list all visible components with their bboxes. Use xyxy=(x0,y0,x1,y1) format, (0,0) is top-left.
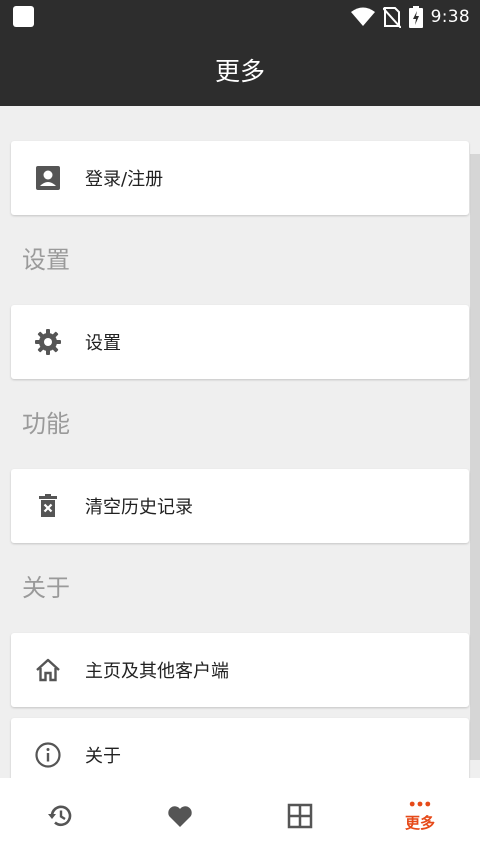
history-icon xyxy=(48,805,72,826)
notification-icon xyxy=(13,6,34,27)
bottom-navigation: 更多 xyxy=(0,778,480,853)
more-icon xyxy=(409,801,431,807)
login-register-label: 登录/注册 xyxy=(85,169,164,190)
grid-icon xyxy=(287,803,313,828)
settings-item[interactable]: 设置 xyxy=(11,305,469,379)
scrollbar[interactable] xyxy=(470,154,480,760)
account-box-icon xyxy=(11,141,85,215)
gear-icon xyxy=(11,305,85,379)
section-header-function: 功能 xyxy=(22,410,70,438)
section-header-settings: 设置 xyxy=(22,246,70,274)
nav-more-label: 更多 xyxy=(404,814,435,832)
delete-forever-icon xyxy=(11,469,85,543)
homepage-clients-item[interactable]: 主页及其他客户端 xyxy=(11,633,469,707)
app-bar: 更多 xyxy=(0,34,480,106)
nav-favorites[interactable] xyxy=(120,778,240,853)
status-bar: 9:38 xyxy=(0,0,480,34)
clock: 9:38 xyxy=(430,7,470,27)
homepage-clients-label: 主页及其他客户端 xyxy=(85,661,229,682)
nav-more[interactable]: 更多 xyxy=(360,778,480,853)
page-title: 更多 xyxy=(214,57,265,86)
heart-icon xyxy=(168,805,192,827)
more-list[interactable]: 登录/注册 设置 设置 功能 清空历史记录 关于 主页及其他客户端 关于 xyxy=(0,106,480,778)
no-sim-icon xyxy=(382,7,401,28)
info-icon xyxy=(11,718,85,778)
settings-label: 设置 xyxy=(85,333,121,354)
clear-history-label: 清空历史记录 xyxy=(85,497,193,518)
about-item[interactable]: 关于 xyxy=(11,718,469,778)
clear-history-item[interactable]: 清空历史记录 xyxy=(11,469,469,543)
battery-charging-icon xyxy=(408,6,423,28)
login-register-item[interactable]: 登录/注册 xyxy=(11,141,469,215)
wifi-icon xyxy=(350,7,375,26)
home-icon xyxy=(11,633,85,707)
nav-history[interactable] xyxy=(0,778,120,853)
section-header-about: 关于 xyxy=(22,574,70,602)
nav-apps[interactable] xyxy=(240,778,360,853)
status-icons: 9:38 xyxy=(350,4,470,30)
about-label: 关于 xyxy=(85,746,121,767)
